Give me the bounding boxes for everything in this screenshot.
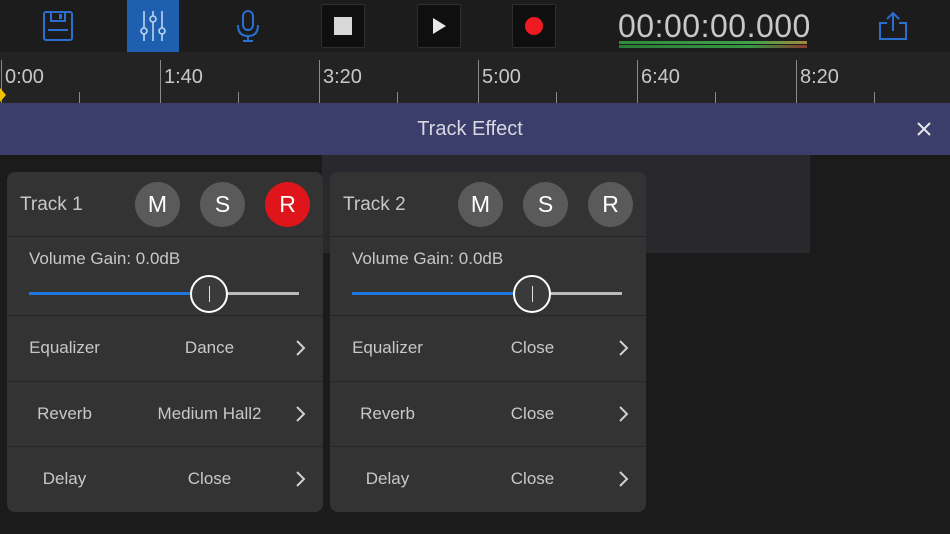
track-name: Track 1 xyxy=(20,194,83,215)
equalizer-label: Equalizer xyxy=(29,338,100,357)
chevron-right-icon xyxy=(296,406,306,422)
level-meter-right xyxy=(619,45,807,48)
volume-gain-row: Volume Gain: 0.0dB xyxy=(330,237,646,316)
volume-gain-slider[interactable] xyxy=(29,275,301,313)
mute-button[interactable]: M xyxy=(458,182,503,227)
save-button[interactable] xyxy=(34,0,82,52)
ruler-label: 8:20 xyxy=(800,66,839,88)
mixer-button[interactable] xyxy=(127,0,179,52)
play-icon xyxy=(433,18,446,34)
play-button[interactable] xyxy=(417,4,461,48)
mute-button[interactable]: M xyxy=(135,182,180,227)
delay-label: Delay xyxy=(365,469,410,488)
close-button[interactable] xyxy=(912,117,936,141)
delay-row[interactable]: Delay Close xyxy=(7,447,323,512)
timecode-text: 00:00:00.000 xyxy=(618,8,811,44)
close-icon xyxy=(917,122,931,136)
reverb-label: Reverb xyxy=(37,404,92,423)
chevron-right-icon xyxy=(296,340,306,356)
microphone-button[interactable] xyxy=(224,0,272,52)
ruler-tick xyxy=(478,60,479,103)
equalizer-row[interactable]: Equalizer Dance xyxy=(7,316,323,382)
stop-button[interactable] xyxy=(321,4,365,48)
timecode-display: 00:00:00.000 xyxy=(618,4,810,48)
reverb-value: Medium Hall2 xyxy=(157,404,262,423)
share-icon xyxy=(879,11,907,40)
equalizer-value: Close xyxy=(510,338,555,357)
chevron-right-icon xyxy=(619,406,629,422)
ruler-label: 1:40 xyxy=(164,66,203,88)
ruler-tick xyxy=(556,92,557,103)
reverb-label: Reverb xyxy=(360,404,415,423)
ruler-label: 6:40 xyxy=(641,66,680,88)
chevron-right-icon xyxy=(619,340,629,356)
volume-gain-label: Volume Gain: 0.0dB xyxy=(29,249,181,268)
record-arm-button[interactable]: R xyxy=(265,182,310,227)
share-button[interactable] xyxy=(868,0,918,52)
slider-fill xyxy=(352,292,532,295)
reverb-row[interactable]: Reverb Medium Hall2 xyxy=(7,382,323,447)
ruler-tick xyxy=(160,60,161,103)
ruler-tick xyxy=(79,92,80,103)
equalizer-row[interactable]: Equalizer Close xyxy=(330,316,646,382)
level-meter-left xyxy=(619,41,807,44)
ruler-tick xyxy=(796,60,797,103)
ruler-label: 3:20 xyxy=(323,66,362,88)
equalizer-label: Equalizer xyxy=(352,338,423,357)
reverb-row[interactable]: Reverb Close xyxy=(330,382,646,447)
track-effect-header: Track Effect xyxy=(0,103,950,155)
volume-gain-row: Volume Gain: 0.0dB xyxy=(7,237,323,316)
ruler-tick xyxy=(238,92,239,103)
solo-button[interactable]: S xyxy=(200,182,245,227)
toolbar: 00:00:00.000 xyxy=(0,0,950,52)
delay-label: Delay xyxy=(42,469,87,488)
track-effect-panel: Track 1 M S R Volume Gain: 0.0dB Equaliz… xyxy=(7,172,323,512)
chevron-right-icon xyxy=(619,471,629,487)
slider-thumb[interactable] xyxy=(190,275,228,313)
microphone-icon xyxy=(237,10,259,42)
volume-gain-label: Volume Gain: 0.0dB xyxy=(352,249,504,268)
ruler-tick xyxy=(319,60,320,103)
ruler-tick xyxy=(715,92,716,103)
track-name: Track 2 xyxy=(343,194,406,215)
stop-icon xyxy=(334,17,352,35)
solo-button[interactable]: S xyxy=(523,182,568,227)
save-icon xyxy=(43,11,73,41)
chevron-right-icon xyxy=(296,471,306,487)
record-arm-button[interactable]: R xyxy=(588,182,633,227)
volume-gain-slider[interactable] xyxy=(352,275,624,313)
slider-fill xyxy=(29,292,209,295)
record-button[interactable] xyxy=(512,4,556,48)
ruler-tick xyxy=(874,92,875,103)
timeline-ruler[interactable]: 0:00 1:40 3:20 5:00 6:40 8:20 xyxy=(0,52,950,103)
delay-value: Close xyxy=(510,469,555,488)
delay-row[interactable]: Delay Close xyxy=(330,447,646,512)
playhead-marker[interactable] xyxy=(0,88,6,102)
track-effect-panel: Track 2 M S R Volume Gain: 0.0dB Equaliz… xyxy=(330,172,646,512)
equalizer-value: Dance xyxy=(184,338,235,357)
track-header-row: Track 2 M S R xyxy=(330,172,646,237)
mixer-icon xyxy=(140,11,166,41)
reverb-value: Close xyxy=(510,404,555,423)
ruler-tick xyxy=(397,92,398,103)
ruler-label: 0:00 xyxy=(5,66,44,88)
track-header-row: Track 1 M S R xyxy=(7,172,323,237)
delay-value: Close xyxy=(187,469,232,488)
track-effect-title: Track Effect xyxy=(417,118,523,140)
ruler-label: 5:00 xyxy=(482,66,521,88)
record-icon xyxy=(525,17,543,35)
ruler-tick xyxy=(637,60,638,103)
slider-thumb[interactable] xyxy=(513,275,551,313)
